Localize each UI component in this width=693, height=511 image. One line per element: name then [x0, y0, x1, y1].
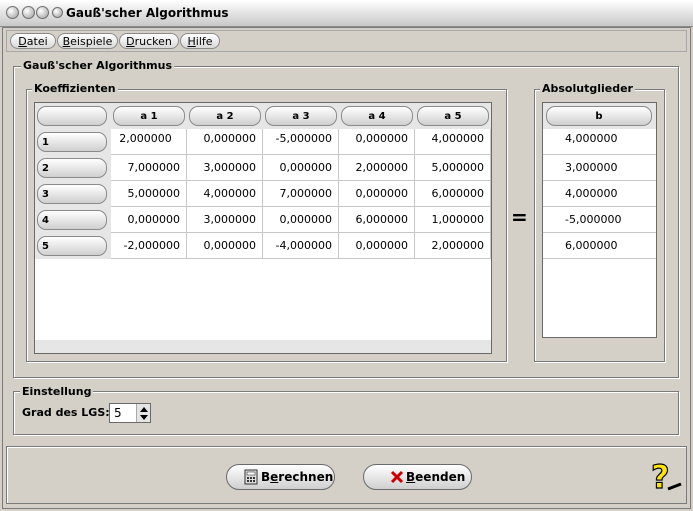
main-group-label: Gauß'scher Algorithmus	[21, 59, 175, 72]
window-title: Gauß'scher Algorithmus	[66, 6, 229, 20]
coefficient-cell[interactable]: 6,000000	[339, 207, 415, 233]
calculator-icon	[244, 469, 258, 485]
row-header-4[interactable]: 4	[37, 210, 107, 230]
column-header-b[interactable]: b	[546, 106, 652, 126]
minimize-window-icon[interactable]	[22, 6, 35, 19]
close-window-icon[interactable]	[6, 6, 19, 19]
coefficient-cell[interactable]: -5,000000	[263, 129, 339, 155]
coefficient-cell[interactable]: 3,000000	[187, 155, 263, 181]
coefficient-cell[interactable]: 0,000000	[263, 155, 339, 181]
scroll-strip	[35, 340, 491, 353]
coefficient-cell[interactable]: 2,000000	[111, 129, 187, 155]
coefficients-group-label: Koeffizienten	[32, 82, 118, 95]
coefficient-cell[interactable]: 0,000000	[263, 207, 339, 233]
menu-datei[interactable]: Datei	[10, 33, 56, 49]
equals-sign: =	[511, 205, 528, 229]
button-bar	[6, 446, 687, 504]
absolute-term-cell[interactable]: 4,000000	[543, 129, 656, 155]
coefficient-cell[interactable]: 4,000000	[187, 181, 263, 207]
column-header-a5[interactable]: a 5	[417, 106, 489, 126]
window-menu-icon[interactable]	[52, 7, 63, 18]
coefficient-cell[interactable]: 5,000000	[415, 155, 491, 181]
row-header-3[interactable]: 3	[37, 184, 107, 204]
menu-hilfe[interactable]: Hilfe	[180, 33, 220, 49]
calculate-button[interactable]: Berechnen	[226, 464, 335, 490]
degree-label: Grad des LGS:	[22, 406, 110, 419]
up-arrow-icon[interactable]	[137, 404, 151, 422]
help-icon[interactable]: ?	[648, 458, 684, 494]
absolute-terms-table[interactable]: b 4,000000 3,000000 4,000000 -5,000000 6,0000…	[542, 102, 657, 338]
coefficients-table[interactable]: a 1a 2a 3a 4a 5 1 2,000000 0,000000 -5,00000…	[34, 102, 492, 354]
down-arrow-icon	[140, 415, 148, 420]
menu-drucken[interactable]: Drucken	[119, 33, 179, 49]
coefficient-cell[interactable]: 0,000000	[339, 129, 415, 155]
menu-beispiele[interactable]: Beispiele	[57, 33, 118, 49]
coefficient-cell[interactable]: 0,000000	[111, 207, 187, 233]
column-header-a2[interactable]: a 2	[189, 106, 261, 126]
row-header-2[interactable]: 2	[37, 158, 107, 178]
coefficient-cell[interactable]: 6,000000	[415, 181, 491, 207]
coefficient-cell[interactable]: -4,000000	[263, 233, 339, 259]
maximize-window-icon[interactable]	[36, 6, 49, 19]
absolute-terms-group-label: Absolutglieder	[540, 82, 635, 95]
corner-header	[37, 106, 107, 126]
coefficient-cell[interactable]: 5,000000	[111, 181, 187, 207]
svg-text:?: ?	[651, 458, 670, 494]
coefficient-cell[interactable]: 7,000000	[263, 181, 339, 207]
coefficient-cell[interactable]: 4,000000	[415, 129, 491, 155]
degree-spinner[interactable]: 5	[109, 403, 151, 423]
spinner-buttons	[136, 404, 150, 422]
coefficient-cell[interactable]: 0,000000	[187, 233, 263, 259]
coefficient-cell[interactable]: -2,000000	[111, 233, 187, 259]
settings-group-label: Einstellung	[20, 385, 94, 398]
absolute-term-cell[interactable]: 6,000000	[543, 233, 656, 259]
column-header-a1[interactable]: a 1	[113, 106, 185, 126]
title-bar[interactable]: Gauß'scher Algorithmus	[0, 0, 693, 27]
column-header-a4[interactable]: a 4	[341, 106, 413, 126]
coefficient-cell[interactable]: 0,000000	[339, 233, 415, 259]
coefficient-cell[interactable]: 1,000000	[415, 207, 491, 233]
coefficient-cell[interactable]: 2,000000	[415, 233, 491, 259]
column-header-a3[interactable]: a 3	[265, 106, 337, 126]
quit-button[interactable]: Beenden	[363, 464, 472, 490]
calculate-button-label: Berechnen	[261, 470, 334, 484]
absolute-term-cell[interactable]: 4,000000	[543, 181, 656, 207]
absolute-term-cell[interactable]: 3,000000	[543, 155, 656, 181]
row-header-5[interactable]: 5	[37, 236, 107, 256]
degree-value[interactable]: 5	[114, 406, 122, 420]
absolute-term-cell[interactable]: -5,000000	[543, 207, 656, 233]
x-icon	[390, 470, 404, 484]
coefficient-cell[interactable]: 3,000000	[187, 207, 263, 233]
coefficient-cell[interactable]: 0,000000	[339, 181, 415, 207]
row-header-1[interactable]: 1	[37, 132, 107, 152]
quit-button-label: Beenden	[406, 470, 466, 484]
coefficient-cell[interactable]: 2,000000	[339, 155, 415, 181]
coefficient-cell[interactable]: 0,000000	[187, 129, 263, 155]
coefficient-cell[interactable]: 7,000000	[111, 155, 187, 181]
